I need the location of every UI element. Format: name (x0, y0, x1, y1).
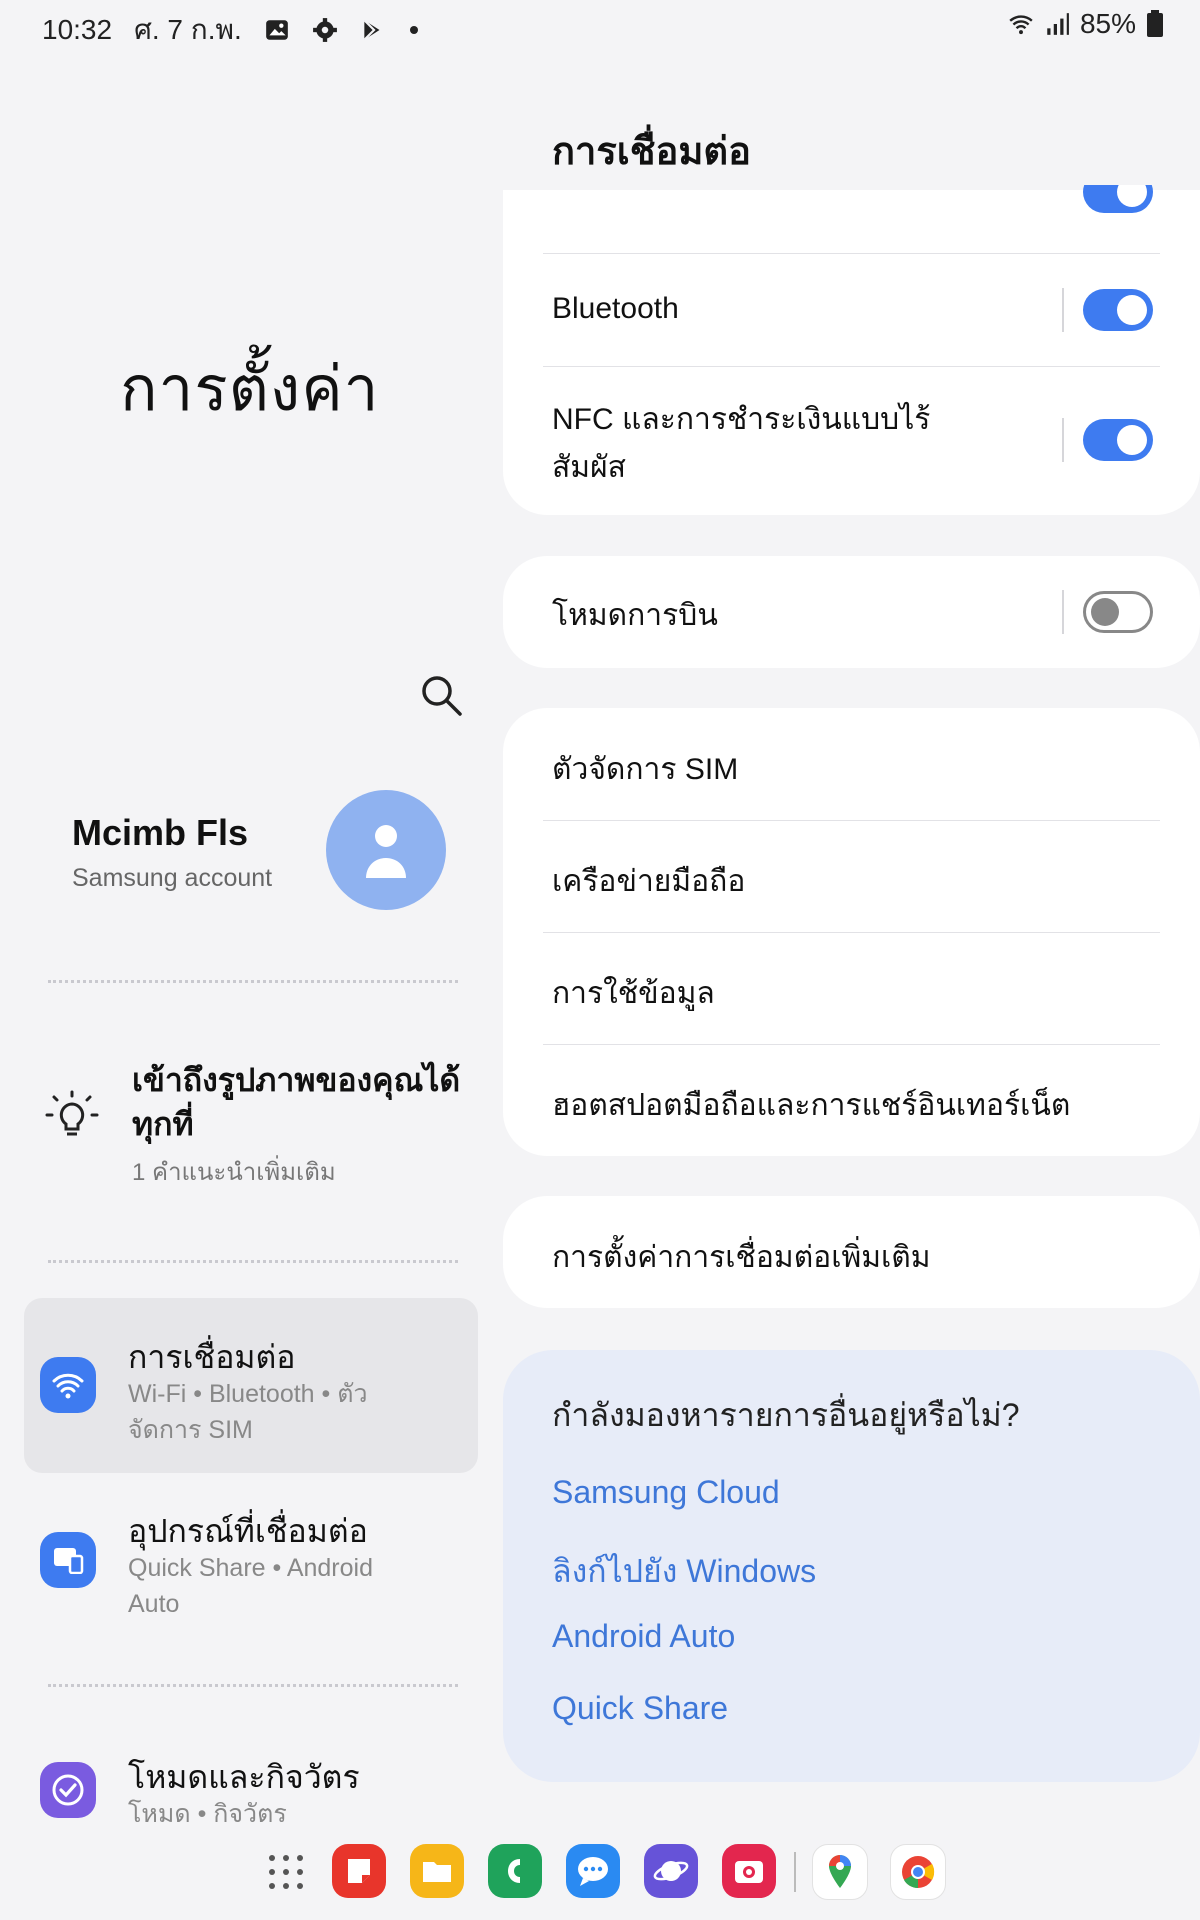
modes-category-icon (40, 1762, 96, 1818)
airplane-toggle[interactable] (1083, 591, 1153, 633)
category-modes-sub: โหมด • กิจวัตร (128, 1800, 287, 1828)
row-divider (1062, 418, 1064, 462)
row-divider (1062, 288, 1064, 332)
row-separator (543, 932, 1160, 933)
camera-glyph-icon (735, 1861, 763, 1883)
connections-page-title: การเชื่อมต่อ (552, 131, 751, 173)
connections-category-icon (40, 1357, 96, 1413)
link-to-windows[interactable]: ลิงก์ไปยัง Windows (552, 1546, 816, 1597)
row-separator (543, 366, 1160, 367)
maps-icon[interactable] (812, 1844, 868, 1900)
battery-level: 85% (1079, 8, 1136, 39)
more-settings-label: การตั้งค่าการเชื่อมต่อเพิ่มเติม (552, 1241, 931, 1274)
battery-icon (1147, 10, 1163, 37)
airplane-label: โหมดการบิน (552, 599, 718, 632)
bluetooth-toggle[interactable] (1083, 289, 1153, 331)
link-quick-share[interactable]: Quick Share (552, 1690, 728, 1727)
planet-glyph-icon (653, 1861, 689, 1881)
toggle-knob (1091, 598, 1119, 626)
settings-gear-icon (312, 18, 337, 42)
status-left: 10:32 ศ. 7 ก.พ. (42, 8, 420, 52)
avatar[interactable] (326, 790, 446, 910)
signal-icon (1047, 13, 1069, 35)
divider (48, 980, 458, 983)
link-android-auto[interactable]: Android Auto (552, 1618, 735, 1655)
chrome-icon[interactable] (890, 1844, 946, 1900)
internet-icon[interactable] (644, 1844, 698, 1898)
tip-title[interactable]: เข้าถึงรูปภาพของคุณได้ทุกที่ (132, 1058, 472, 1146)
nfc-label: NFC และการชำระเงินแบบไร้สัมผัส (552, 403, 931, 484)
settings-title: การตั้งค่า (120, 355, 380, 424)
gallery-icon (265, 20, 288, 40)
profile-sub: Samsung account (72, 864, 273, 892)
divider (48, 1684, 458, 1687)
wifi-toggle-partial[interactable] (1083, 185, 1153, 215)
app-drawer-icon[interactable] (266, 1852, 306, 1892)
row-divider (1062, 590, 1064, 634)
devices-icon (54, 1548, 84, 1574)
sim-manager-label[interactable]: ตัวจัดการ SIM (552, 746, 738, 793)
nfc-toggle[interactable] (1083, 419, 1153, 461)
status-bar: 10:32 ศ. 7 ก.พ. 85% (0, 0, 1200, 52)
category-connections-sub: Wi-Fi • Bluetooth • ตัวจัดการ SIM (128, 1380, 368, 1444)
mobile-network-label[interactable]: เครือข่ายมือถือ (552, 858, 745, 905)
chat-glyph-icon (578, 1857, 608, 1886)
category-connected-devices-sub: Quick Share • Android Auto (128, 1554, 373, 1618)
status-time: 10:32 (42, 14, 113, 45)
person-icon (366, 825, 406, 878)
toggle-knob (1117, 295, 1147, 325)
bluetooth-label: Bluetooth (552, 292, 679, 325)
messages-icon[interactable] (566, 1844, 620, 1898)
wifi-icon (1009, 15, 1033, 35)
status-right: 85% (1008, 8, 1164, 40)
phone-glyph-icon (508, 1859, 520, 1883)
wifi-icon (52, 1373, 84, 1399)
notes-glyph-icon (348, 1859, 370, 1883)
screen-recorder-icon[interactable] (722, 1844, 776, 1898)
chrome-logo-icon (902, 1856, 935, 1889)
hotspot-label[interactable]: ฮอตสปอตมือถือและการแชร์อินเทอร์เน็ต (552, 1082, 1070, 1129)
folder-glyph-icon (423, 1862, 451, 1882)
toggle-knob (1117, 185, 1147, 207)
divider (48, 1260, 458, 1263)
row-separator (543, 253, 1160, 254)
toggle-knob (1117, 425, 1147, 455)
play-store-icon (363, 19, 380, 41)
looking-for-title: กำลังมองหารายการอื่นอยู่หรือไม่? (552, 1397, 1020, 1433)
data-usage-label[interactable]: การใช้ข้อมูล (552, 970, 715, 1017)
map-pin-icon (829, 1855, 851, 1888)
wifi-toggle[interactable] (1083, 185, 1153, 213)
status-date: ศ. 7 ก.พ. (134, 14, 242, 45)
row-separator (543, 1044, 1160, 1045)
my-files-icon[interactable] (410, 1844, 464, 1898)
tip-sub: 1 คำแนะนำเพิ่มเติม (132, 1159, 336, 1186)
lightbulb-icon (45, 1090, 99, 1136)
phone-icon[interactable] (488, 1844, 542, 1898)
dock-separator (794, 1852, 796, 1892)
dot-icon (409, 26, 418, 34)
profile-name: Mcimb Fls (72, 812, 249, 853)
search-icon[interactable] (416, 670, 466, 720)
notes-icon[interactable] (332, 1844, 386, 1898)
row-separator (543, 820, 1160, 821)
connected-devices-category-icon (40, 1532, 96, 1588)
check-circle-icon (52, 1774, 84, 1806)
link-samsung-cloud[interactable]: Samsung Cloud (552, 1474, 780, 1511)
